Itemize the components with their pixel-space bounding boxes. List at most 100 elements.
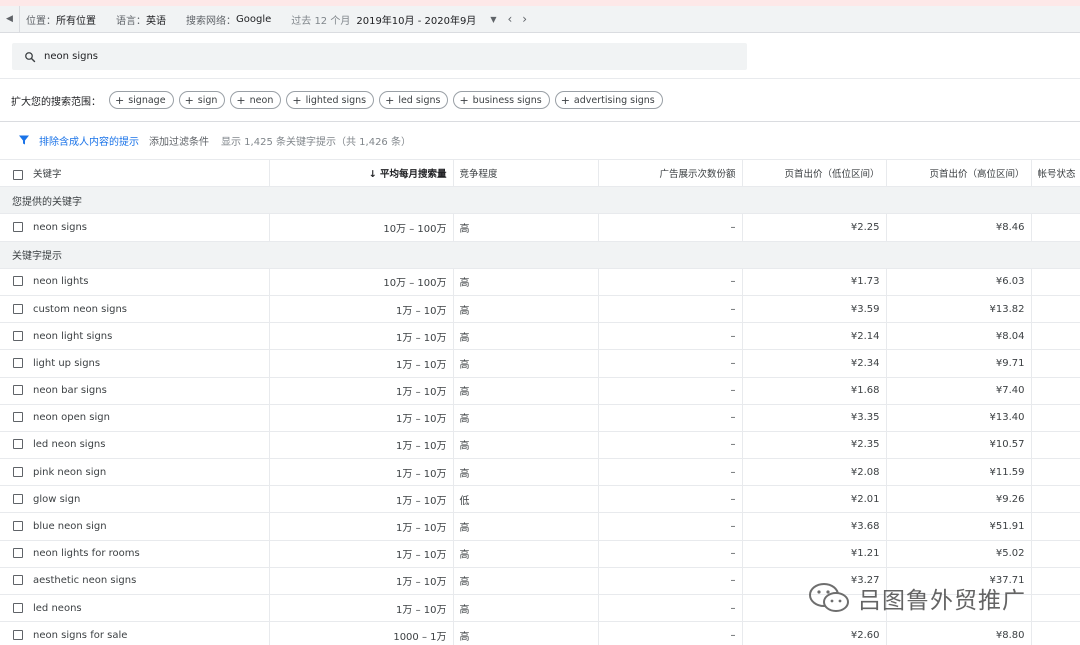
account-status-column-header[interactable]: 帐号状态: [1031, 158, 1080, 188]
row-checkbox[interactable]: [13, 602, 23, 613]
network-filter[interactable]: 搜索网络： Google: [186, 12, 271, 27]
table-row[interactable]: pink neon sign 1万 – 10万高 – ¥2.08 ¥11.59: [0, 458, 1080, 487]
share-cell: –: [598, 594, 743, 623]
avg-searches-column-header[interactable]: ↓ 平均每月搜索量: [269, 158, 454, 188]
bid-low-cell: ¥3.68: [742, 512, 887, 541]
bid-high-cell: ¥10.57: [886, 431, 1032, 460]
competition-column-header[interactable]: 竞争程度: [453, 158, 599, 188]
search-input[interactable]: [44, 51, 644, 62]
searches-cell: 10万 – 100万: [269, 213, 454, 242]
table-row[interactable]: neon open sign 1万 – 10万高 – ¥3.35 ¥13.40: [0, 404, 1080, 432]
select-all-checkbox[interactable]: [13, 169, 23, 180]
chip-label: neon: [249, 94, 274, 106]
watermark-text: 吕图鲁外贸推广: [858, 588, 1026, 614]
share-cell: –: [598, 295, 743, 324]
row-checkbox[interactable]: [13, 466, 23, 477]
add-filter-button[interactable]: 添加过滤条件: [149, 133, 209, 148]
table-row[interactable]: light up signs 1万 – 10万高 – ¥2.34 ¥9.71: [0, 349, 1080, 378]
row-checkbox[interactable]: [13, 357, 23, 368]
keyword-text: neon bar signs: [33, 385, 107, 397]
period-value: 2019年10月 - 2020年9月: [356, 15, 477, 27]
row-checkbox[interactable]: [13, 521, 23, 532]
chip-lighted-signs[interactable]: + lighted signs: [286, 91, 375, 109]
bid-low-cell: ¥2.08: [742, 458, 887, 487]
row-checkbox[interactable]: [13, 385, 23, 396]
language-value: 英语: [146, 15, 166, 27]
searches-cell: 1万 – 10万: [269, 404, 454, 432]
keyword-column-header[interactable]: 关键字: [0, 158, 270, 188]
chip-label: sign: [197, 94, 218, 106]
bid-high-cell: ¥13.40: [886, 404, 1032, 432]
share-cell: –: [598, 540, 743, 568]
table-row[interactable]: neon bar signs 1万 – 10万高 – ¥1.68 ¥7.40: [0, 377, 1080, 405]
plus-icon: +: [459, 93, 469, 107]
competition-cell: 高: [453, 621, 599, 645]
competition-cell: 高: [453, 322, 599, 351]
chip-label: led signs: [398, 94, 441, 106]
plus-icon: +: [560, 93, 570, 107]
bid-low-column-header[interactable]: 页首出价（低位区间）: [742, 158, 887, 188]
row-checkbox[interactable]: [13, 629, 23, 640]
location-value: 所有位置: [56, 15, 96, 27]
row-checkbox[interactable]: [13, 221, 23, 232]
keyword-cell: neon signs: [0, 213, 270, 242]
table-row[interactable]: neon signs 10万 – 100万 高 – ¥2.25 ¥8.46: [0, 213, 1080, 242]
row-checkbox[interactable]: [13, 276, 23, 287]
table-row[interactable]: led neon signs 1万 – 10万高 – ¥2.35 ¥10.57: [0, 431, 1080, 460]
competition-cell: 高: [453, 594, 599, 623]
location-filter[interactable]: 位置： 所有位置: [26, 12, 96, 27]
table-row[interactable]: neon signs for sale 1000 – 1万高 – ¥2.60 ¥8.80: [0, 621, 1080, 645]
table-row[interactable]: neon lights 10万 – 100万高 – ¥1.73 ¥6.03: [0, 268, 1080, 296]
table-row[interactable]: neon light signs 1万 – 10万高 – ¥2.14 ¥8.04: [0, 322, 1080, 351]
collapse-left-icon[interactable]: ◀: [0, 5, 20, 33]
table-row[interactable]: blue neon sign 1万 – 10万高 – ¥3.68 ¥51.91: [0, 512, 1080, 541]
next-period-icon[interactable]: ›: [522, 12, 527, 26]
chip-sign[interactable]: + sign: [178, 91, 226, 109]
row-checkbox[interactable]: [13, 330, 23, 341]
status-cell: [1031, 377, 1080, 405]
bid-low-cell: ¥2.25: [742, 213, 887, 242]
filter-icon[interactable]: [18, 134, 30, 146]
row-checkbox[interactable]: [13, 575, 23, 586]
table-row[interactable]: neon lights for rooms 1万 – 10万高 – ¥1.21 ¥5.0…: [0, 540, 1080, 568]
table-row[interactable]: glow sign 1万 – 10万低 – ¥2.01 ¥9.26: [0, 485, 1080, 514]
status-cell: [1031, 621, 1080, 645]
bid-low-cell: ¥2.35: [742, 431, 887, 460]
competition-cell: 低: [453, 485, 599, 514]
plus-icon: +: [236, 93, 246, 107]
keyword-cell: aesthetic neon signs: [0, 567, 270, 596]
searches-cell: 1万 – 10万: [269, 377, 454, 405]
table-row[interactable]: custom neon signs 1万 – 10万高 – ¥3.59 ¥13.82: [0, 295, 1080, 324]
keyword-cell: neon lights for rooms: [0, 540, 270, 568]
keyword-table: 关键字 ↓ 平均每月搜索量 竞争程度 广告展示次数份额 页首出价（低位区间） 页…: [0, 158, 1080, 645]
dropdown-caret-icon[interactable]: ▼: [490, 15, 496, 24]
language-filter[interactable]: 语言： 英语: [116, 12, 166, 27]
chip-neon[interactable]: + neon: [230, 91, 282, 109]
chip-label: signage: [128, 94, 166, 106]
chip-advertising-signs[interactable]: + advertising signs: [554, 91, 663, 109]
searches-cell: 1万 – 10万: [269, 485, 454, 514]
share-cell: –: [598, 213, 743, 242]
impression-share-column-header[interactable]: 广告展示次数份额: [598, 158, 743, 188]
row-checkbox[interactable]: [13, 493, 23, 504]
competition-cell: 高: [453, 567, 599, 596]
chip-business-signs[interactable]: + business signs: [453, 91, 550, 109]
status-cell: [1031, 512, 1080, 541]
keyword-search-box[interactable]: [12, 43, 747, 70]
status-cell: [1031, 431, 1080, 460]
bid-high-column-header[interactable]: 页首出价（高位区间）: [886, 158, 1032, 188]
date-range-filter[interactable]: 过去 12 个月 2019年10月 - 2020年9月 ▼ ‹ ›: [291, 12, 532, 27]
previous-period-icon[interactable]: ‹: [507, 12, 512, 26]
chip-led-signs[interactable]: + led signs: [379, 91, 449, 109]
row-checkbox[interactable]: [13, 439, 23, 450]
bid-high-cell: ¥13.82: [886, 295, 1032, 324]
row-checkbox[interactable]: [13, 548, 23, 559]
row-checkbox[interactable]: [13, 412, 23, 423]
exclude-adult-filter-link[interactable]: 排除含成人内容的提示: [39, 133, 139, 148]
share-cell: –: [598, 322, 743, 351]
competition-cell: 高: [453, 512, 599, 541]
chip-signage[interactable]: + signage: [109, 91, 174, 109]
bid-low-cell: ¥1.73: [742, 268, 887, 296]
status-cell: [1031, 295, 1080, 324]
row-checkbox[interactable]: [13, 303, 23, 314]
